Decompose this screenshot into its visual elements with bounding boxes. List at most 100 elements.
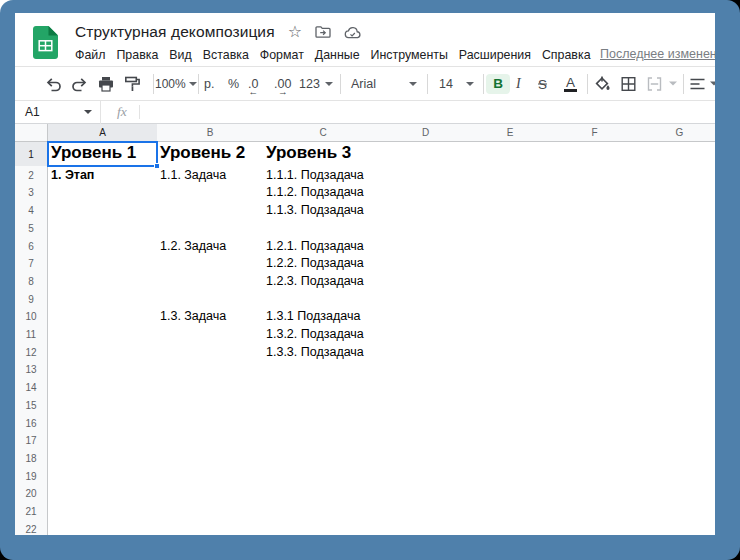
cell-G9[interactable]: [637, 290, 715, 309]
cell-B22[interactable]: [157, 520, 264, 535]
cell-F8[interactable]: [552, 272, 638, 291]
cell-B8[interactable]: [157, 272, 264, 291]
cell-E4[interactable]: [468, 201, 553, 220]
menu-8[interactable]: Расширения: [459, 48, 531, 62]
cell-A13[interactable]: [48, 361, 158, 379]
cell-D18[interactable]: [383, 449, 469, 468]
cell-A22[interactable]: [48, 520, 158, 535]
cell-A11[interactable]: [48, 325, 158, 344]
column-header-F[interactable]: F: [552, 124, 638, 142]
cell-G4[interactable]: [637, 201, 715, 220]
cell-G7[interactable]: [637, 255, 715, 273]
cell-A4[interactable]: [48, 201, 158, 220]
increase-decimals-button[interactable]: .00→: [274, 77, 291, 91]
cell-D21[interactable]: [383, 502, 469, 521]
cell-G20[interactable]: [637, 485, 715, 503]
cell-G3[interactable]: [637, 184, 715, 202]
cell-B21[interactable]: [157, 502, 264, 521]
cell-C5[interactable]: [263, 219, 384, 238]
cell-D8[interactable]: [383, 272, 469, 291]
undo-button[interactable]: [45, 76, 63, 92]
cell-E2[interactable]: [468, 166, 553, 185]
cell-E19[interactable]: [468, 467, 553, 486]
cell-C13[interactable]: [263, 361, 384, 379]
cell-F15[interactable]: [552, 396, 638, 415]
cell-E20[interactable]: [468, 485, 553, 503]
cell-G19[interactable]: [637, 467, 715, 486]
cell-F13[interactable]: [552, 361, 638, 379]
cell-E21[interactable]: [468, 502, 553, 521]
row-header-6[interactable]: 6: [15, 237, 48, 256]
cell-B14[interactable]: [157, 378, 264, 397]
cell-A8[interactable]: [48, 272, 158, 291]
cell-E10[interactable]: [468, 308, 553, 326]
cell-E18[interactable]: [468, 449, 553, 468]
cell-G14[interactable]: [637, 378, 715, 397]
cell-B7[interactable]: [157, 255, 264, 273]
cell-E7[interactable]: [468, 255, 553, 273]
column-header-E[interactable]: E: [468, 124, 553, 142]
cell-F22[interactable]: [552, 520, 638, 535]
cell-A17[interactable]: [48, 432, 158, 450]
cell-D4[interactable]: [383, 201, 469, 220]
row-header-10[interactable]: 10: [15, 308, 48, 326]
row-header-7[interactable]: 7: [15, 255, 48, 273]
cell-C20[interactable]: [263, 485, 384, 503]
cell-E9[interactable]: [468, 290, 553, 309]
format-currency-button[interactable]: р.: [204, 77, 214, 91]
cell-A14[interactable]: [48, 378, 158, 397]
number-format-button[interactable]: 123: [299, 77, 333, 91]
column-header-G[interactable]: G: [637, 124, 715, 142]
decrease-decimals-button[interactable]: .0←: [248, 77, 258, 91]
cell-A16[interactable]: [48, 414, 158, 433]
zoom-select[interactable]: 100%: [155, 77, 197, 91]
cell-E8[interactable]: [468, 272, 553, 291]
cell-B16[interactable]: [157, 414, 264, 433]
menu-1[interactable]: Файл: [75, 48, 105, 62]
cell-D15[interactable]: [383, 396, 469, 415]
cell-A10[interactable]: [48, 308, 158, 326]
row-header-2[interactable]: 2: [15, 166, 48, 185]
cell-A20[interactable]: [48, 485, 158, 503]
cell-B19[interactable]: [157, 467, 264, 486]
sheets-logo-icon[interactable]: [33, 26, 58, 59]
menu-3[interactable]: Вид: [169, 48, 191, 62]
cell-E3[interactable]: [468, 184, 553, 202]
cell-G10[interactable]: [637, 308, 715, 326]
cell-E22[interactable]: [468, 520, 553, 535]
italic-button[interactable]: I: [516, 76, 521, 92]
cell-F19[interactable]: [552, 467, 638, 486]
cell-D6[interactable]: [383, 237, 469, 256]
cell-A7[interactable]: [48, 255, 158, 273]
cell-F9[interactable]: [552, 290, 638, 309]
cell-F10[interactable]: [552, 308, 638, 326]
cell-B17[interactable]: [157, 432, 264, 450]
cell-E14[interactable]: [468, 378, 553, 397]
cell-B15[interactable]: [157, 396, 264, 415]
cell-F1[interactable]: [552, 142, 638, 167]
cell-B4[interactable]: [157, 201, 264, 220]
cell-F5[interactable]: [552, 219, 638, 238]
row-header-5[interactable]: 5: [15, 219, 48, 238]
cell-D16[interactable]: [383, 414, 469, 433]
menu-2[interactable]: Правка: [116, 48, 158, 62]
cell-G12[interactable]: [637, 343, 715, 362]
cell-A18[interactable]: [48, 449, 158, 468]
cell-F20[interactable]: [552, 485, 638, 503]
column-header-A[interactable]: A: [48, 124, 158, 142]
menu-9[interactable]: Справка: [542, 48, 591, 62]
redo-button[interactable]: [70, 76, 88, 92]
row-header-12[interactable]: 12: [15, 343, 48, 362]
cell-G16[interactable]: [637, 414, 715, 433]
star-icon[interactable]: ☆: [288, 24, 302, 40]
selection-fill-handle[interactable]: [154, 163, 160, 169]
cell-B3[interactable]: [157, 184, 264, 202]
cell-A9[interactable]: [48, 290, 158, 309]
print-button[interactable]: [97, 75, 115, 92]
cell-E11[interactable]: [468, 325, 553, 344]
cell-A21[interactable]: [48, 502, 158, 521]
grid-corner[interactable]: [15, 124, 48, 142]
cell-A6[interactable]: [48, 237, 158, 256]
cell-E6[interactable]: [468, 237, 553, 256]
row-header-4[interactable]: 4: [15, 201, 48, 220]
